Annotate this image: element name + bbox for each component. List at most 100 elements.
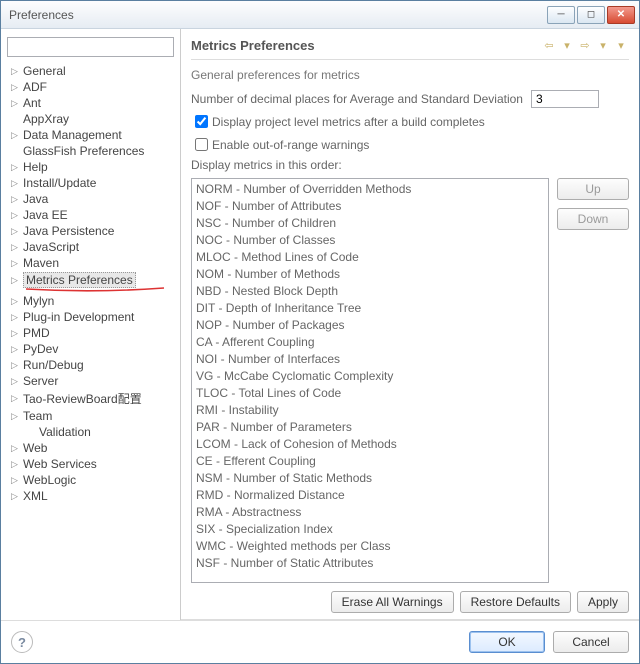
tree-item[interactable]: ▷XML	[5, 488, 178, 504]
tree-item[interactable]: ▷General	[5, 63, 178, 79]
metrics-option[interactable]: NOI - Number of Interfaces	[196, 351, 544, 368]
tree-item-label: Java	[23, 192, 48, 206]
tree-item[interactable]: ▷Mylyn	[5, 293, 178, 309]
apply-button[interactable]: Apply	[577, 591, 629, 613]
decimal-input[interactable]	[531, 90, 599, 108]
down-button[interactable]: Down	[557, 208, 629, 230]
metrics-option[interactable]: NSF - Number of Static Attributes	[196, 555, 544, 572]
tree-item[interactable]: ▷Web Services	[5, 456, 178, 472]
tree-expand-icon[interactable]: ▷	[11, 258, 21, 269]
tree-expand-icon[interactable]: ▷	[11, 491, 21, 502]
close-button[interactable]: ✕	[607, 6, 635, 24]
tree-item[interactable]: ▷Maven	[5, 255, 178, 271]
tree-expand-icon[interactable]: ▷	[11, 393, 21, 404]
metrics-option[interactable]: TLOC - Total Lines of Code	[196, 385, 544, 402]
tree-expand-icon[interactable]: ▷	[11, 98, 21, 109]
enable-warnings-checkbox[interactable]	[195, 138, 208, 151]
metrics-option[interactable]: NBD - Nested Block Depth	[196, 283, 544, 300]
tree-item[interactable]: ▷WebLogic	[5, 472, 178, 488]
tree-expand-icon[interactable]: ▷	[11, 194, 21, 205]
tree-item[interactable]: ▷Web	[5, 440, 178, 456]
metrics-option[interactable]: NOM - Number of Methods	[196, 266, 544, 283]
tree-item[interactable]: ▷Server	[5, 373, 178, 389]
tree-item[interactable]: GlassFish Preferences	[5, 143, 178, 159]
tree-item-label: Metrics Preferences	[23, 272, 136, 288]
nav-back-icon[interactable]: ⇦	[541, 37, 557, 53]
body: ▷General▷ADF▷AntAppXray▷Data ManagementG…	[1, 29, 639, 620]
metrics-option[interactable]: SIX - Specialization Index	[196, 521, 544, 538]
tree-expand-icon[interactable]: ▷	[11, 360, 21, 371]
restore-defaults-button[interactable]: Restore Defaults	[460, 591, 571, 613]
tree-item[interactable]: ▷Tao-ReviewBoard配置	[5, 389, 178, 408]
metrics-option[interactable]: DIT - Depth of Inheritance Tree	[196, 300, 544, 317]
metrics-option[interactable]: NORM - Number of Overridden Methods	[196, 181, 544, 198]
erase-warnings-button[interactable]: Erase All Warnings	[331, 591, 454, 613]
tree-item[interactable]: ▷JavaScript	[5, 239, 178, 255]
tree-expand-icon[interactable]: ▷	[11, 411, 21, 422]
display-project-checkbox[interactable]	[195, 115, 208, 128]
decimal-row: Number of decimal places for Average and…	[191, 90, 629, 108]
preferences-tree[interactable]: ▷General▷ADF▷AntAppXray▷Data ManagementG…	[5, 63, 180, 616]
metrics-option[interactable]: MLOC - Method Lines of Code	[196, 249, 544, 266]
tree-expand-icon[interactable]: ▷	[11, 344, 21, 355]
tree-expand-icon[interactable]: ▷	[11, 178, 21, 189]
metrics-option[interactable]: NSC - Number of Children	[196, 215, 544, 232]
metrics-option[interactable]: RMD - Normalized Distance	[196, 487, 544, 504]
ok-button[interactable]: OK	[469, 631, 545, 653]
tree-expand-icon[interactable]: ▷	[11, 275, 21, 286]
tree-expand-icon[interactable]: ▷	[11, 66, 21, 77]
tree-expand-icon[interactable]: ▷	[11, 312, 21, 323]
tree-item[interactable]: ▷Install/Update	[5, 175, 178, 191]
tree-item[interactable]: ▷Java EE	[5, 207, 178, 223]
metrics-option[interactable]: NOF - Number of Attributes	[196, 198, 544, 215]
tree-expand-icon[interactable]: ▷	[11, 296, 21, 307]
metrics-option[interactable]: NOC - Number of Classes	[196, 232, 544, 249]
tree-item[interactable]: ▷Plug-in Development	[5, 309, 178, 325]
tree-expand-icon[interactable]: ▷	[11, 242, 21, 253]
metrics-option[interactable]: CE - Efferent Coupling	[196, 453, 544, 470]
tree-expand-icon[interactable]: ▷	[11, 475, 21, 486]
tree-expand-icon[interactable]: ▷	[11, 459, 21, 470]
help-icon[interactable]: ?	[11, 631, 33, 653]
metrics-option[interactable]: WMC - Weighted methods per Class	[196, 538, 544, 555]
tree-expand-icon[interactable]: ▷	[11, 376, 21, 387]
tree-expand-icon[interactable]: ▷	[11, 130, 21, 141]
tree-item[interactable]: ▷Java Persistence	[5, 223, 178, 239]
metrics-option[interactable]: RMI - Instability	[196, 402, 544, 419]
cancel-button[interactable]: Cancel	[553, 631, 629, 653]
metrics-listbox[interactable]: NORM - Number of Overridden MethodsNOF -…	[191, 178, 549, 583]
tree-item[interactable]: AppXray	[5, 111, 178, 127]
metrics-option[interactable]: NSM - Number of Static Methods	[196, 470, 544, 487]
maximize-button[interactable]: ◻	[577, 6, 605, 24]
nav-fwd-icon[interactable]: ⇨	[577, 37, 593, 53]
metrics-option[interactable]: LCOM - Lack of Cohesion of Methods	[196, 436, 544, 453]
tree-expand-icon[interactable]: ▷	[11, 443, 21, 454]
metrics-option[interactable]: PAR - Number of Parameters	[196, 419, 544, 436]
tree-item[interactable]: ▷Data Management	[5, 127, 178, 143]
nav-back-menu-icon[interactable]: ▾	[559, 37, 575, 53]
tree-expand-icon[interactable]: ▷	[11, 162, 21, 173]
tree-item[interactable]: ▷PyDev	[5, 341, 178, 357]
up-button[interactable]: Up	[557, 178, 629, 200]
tree-filter-input[interactable]	[7, 37, 174, 57]
tree-expand-icon[interactable]: ▷	[11, 226, 21, 237]
tree-item[interactable]: Validation	[5, 424, 178, 440]
tree-item[interactable]: ▷ADF	[5, 79, 178, 95]
metrics-option[interactable]: NOP - Number of Packages	[196, 317, 544, 334]
metrics-option[interactable]: RMA - Abstractness	[196, 504, 544, 521]
metrics-option[interactable]: VG - McCabe Cyclomatic Complexity	[196, 368, 544, 385]
nav-fwd-menu-icon[interactable]: ▾	[595, 37, 611, 53]
tree-item[interactable]: ▷Team	[5, 408, 178, 424]
tree-item[interactable]: ▷Help	[5, 159, 178, 175]
tree-item[interactable]: ▷Java	[5, 191, 178, 207]
minimize-button[interactable]: ─	[547, 6, 575, 24]
left-panel: ▷General▷ADF▷AntAppXray▷Data ManagementG…	[1, 29, 181, 620]
nav-menu-icon[interactable]: ▾	[613, 37, 629, 53]
tree-item[interactable]: ▷Run/Debug	[5, 357, 178, 373]
tree-item[interactable]: ▷PMD	[5, 325, 178, 341]
metrics-option[interactable]: CA - Afferent Coupling	[196, 334, 544, 351]
tree-item[interactable]: ▷Ant	[5, 95, 178, 111]
tree-expand-icon[interactable]: ▷	[11, 328, 21, 339]
tree-expand-icon[interactable]: ▷	[11, 210, 21, 221]
tree-expand-icon[interactable]: ▷	[11, 82, 21, 93]
